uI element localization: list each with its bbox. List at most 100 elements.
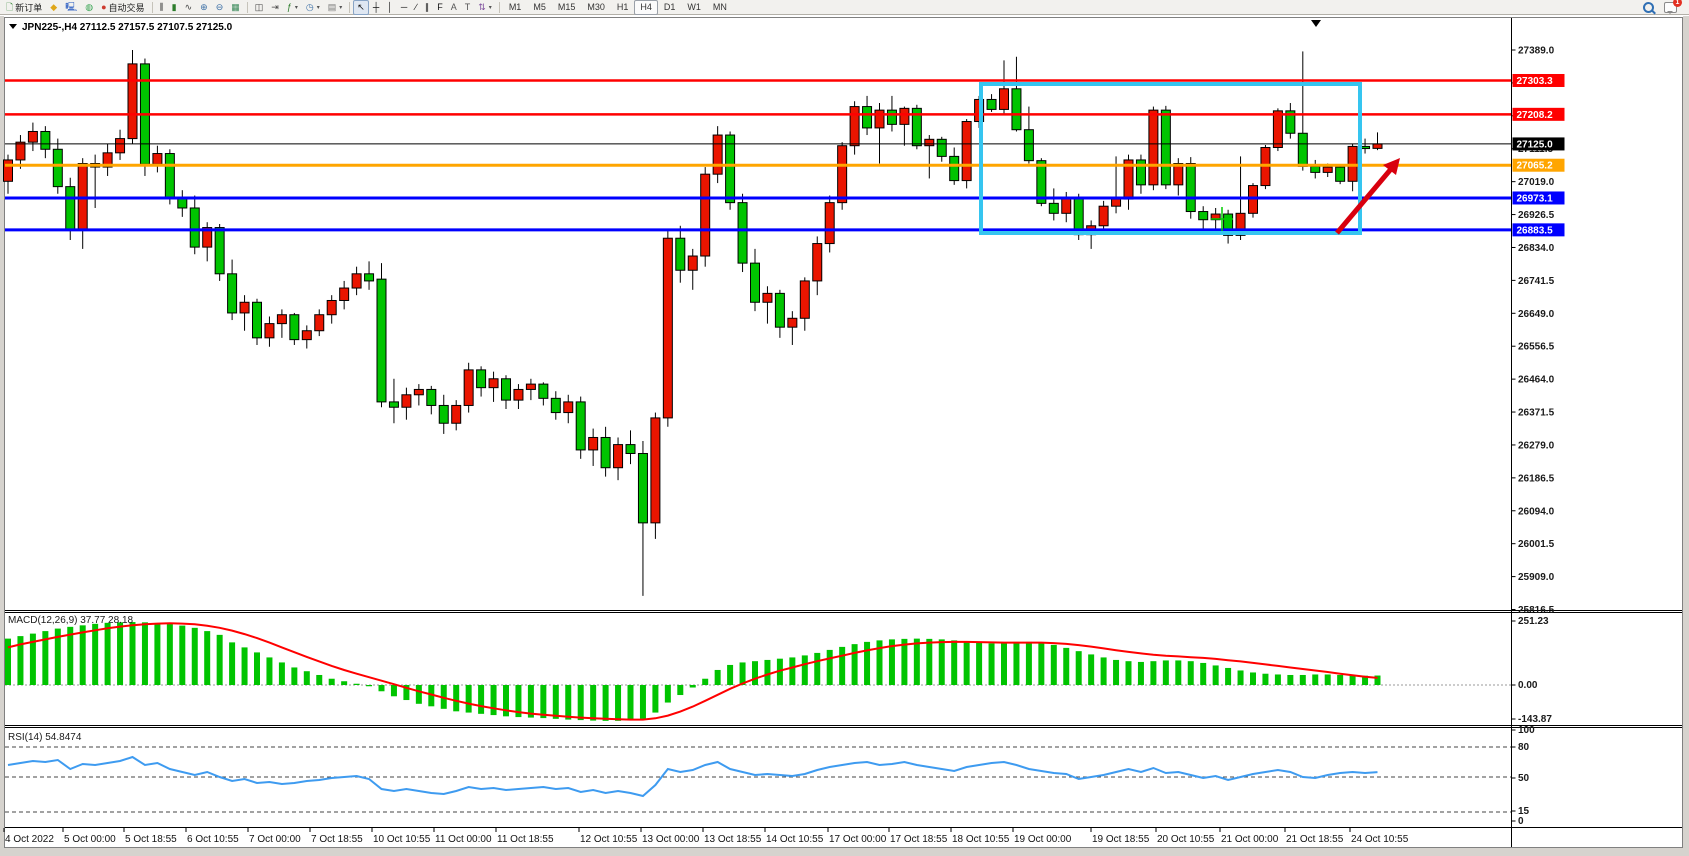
rsi-axis-label: 100 [1518,725,1535,736]
candlestick-chart-button[interactable]: ▮ [168,0,181,15]
search-icon[interactable] [1643,2,1654,13]
macd-axis-label: -143.87 [1518,714,1552,725]
rsi-axis-label: 0 [1518,816,1524,827]
candle-up [850,107,859,146]
macd-bar [964,642,970,685]
candle-up [688,256,697,270]
candle-down [228,274,237,313]
candle-up [813,244,822,281]
macd-bar [391,685,397,696]
fibonacci-button[interactable]: F [433,0,447,15]
arrows-button[interactable]: ⇅▾ [474,0,496,15]
macd-bar [304,671,310,685]
macd-bar [727,665,733,685]
text-label-icon: T [465,1,471,14]
tile-windows-button[interactable]: ▦ [227,0,244,15]
macd-bar [379,685,385,691]
candle-down [477,370,486,388]
macd-bar [1250,672,1256,685]
macd-bar [478,685,484,714]
macd-bar [503,685,509,716]
timeframe-m1[interactable]: M1 [503,0,528,15]
equidistant-channel-button[interactable]: ∥ [421,0,434,15]
chart-window[interactable]: 27389.027296.527204.027111.527019.026926… [0,0,1689,856]
timeframe-h1[interactable]: H1 [611,0,635,15]
candle-down [1012,89,1021,130]
line-chart-button[interactable]: ∿ [181,0,197,15]
macd-bar [553,685,559,719]
date-tick-label: 18 Oct 10:55 [952,834,1010,845]
crosshair-icon: ┼ [373,1,379,14]
candle-up [1149,110,1158,185]
terminal-button[interactable]: 🖳 [61,0,81,15]
candle-down [41,131,50,149]
zoom-out-button[interactable]: ⊖ [212,0,228,15]
indicators-button[interactable]: ƒ▾ [283,0,302,15]
candle-up [240,302,249,313]
auto-arrange-button[interactable]: ◫ [251,0,268,15]
chart-title: JPN225-,H4 27112.5 27157.5 27107.5 27125… [9,22,233,33]
periods-button[interactable]: ◷▾ [302,0,324,15]
macd-bar [105,623,111,685]
trendline-button[interactable]: ∕ [411,0,421,15]
macd-bar [951,640,957,685]
auto-arrange-icon: ◫ [255,1,264,14]
macd-bar [1300,675,1306,685]
price-tick-label: 25816.5 [1518,605,1555,616]
indicators-icon: ƒ [287,1,292,14]
autotrading-button[interactable]: ●自动交易 [97,0,148,15]
timeframe-m15[interactable]: M15 [552,0,582,15]
chart-shift-button[interactable]: ⇥ [267,0,283,15]
macd-bar [1076,651,1082,685]
date-tick-label: 21 Oct 00:00 [1221,834,1279,845]
candle-up [116,139,125,153]
crosshair-button[interactable]: ┼ [369,0,383,15]
candle-down [738,203,747,263]
timeframe-m5[interactable]: M5 [527,0,552,15]
zoom-out-icon: ⊖ [216,1,224,14]
templates-button[interactable]: ▤▾ [324,0,347,15]
signals-button[interactable]: ◍ [81,0,97,15]
candle-down [1336,167,1345,181]
macd-bar [1350,675,1356,685]
price-tick-label: 26464.0 [1518,375,1555,386]
bar-chart-button[interactable]: ⫼ [156,0,168,15]
macd-bar [1175,660,1181,685]
horizontal-line-button[interactable]: ─ [397,0,411,15]
timeframe-d1[interactable]: D1 [658,0,682,15]
candle-up [962,122,971,181]
timeframe-h4[interactable]: H4 [634,0,658,15]
macd-bar [1150,661,1156,685]
macd-bar [802,655,808,685]
text-button[interactable]: A [447,0,461,15]
macd-bar [1325,674,1331,685]
price-tick-label: 26834.0 [1518,243,1555,254]
price-badge-resistance-1-label: 27303.3 [1517,76,1554,87]
vertical-line-button[interactable]: │ [383,0,397,15]
toolbar-separator [349,2,350,13]
candle-down [253,302,262,338]
price-tick-label: 26279.0 [1518,440,1555,451]
price-tick-label: 26556.5 [1518,342,1555,353]
price-tick-label: 27019.0 [1518,177,1555,188]
styler-button[interactable]: ◆ [46,0,61,15]
zoom-in-button[interactable]: ⊕ [196,0,212,15]
macd-bar [266,657,272,685]
macd-bar [154,623,160,685]
timeframe-mn[interactable]: MN [707,0,733,15]
timeframe-w1[interactable]: W1 [681,0,707,15]
new-order-button[interactable]: 🗋新订单 [2,0,46,15]
macd-bar [1213,665,1219,685]
price-tick-label: 26371.5 [1518,408,1555,419]
macd-axis-label: 251.23 [1518,616,1549,627]
candle-down [1199,212,1208,220]
notifications-icon[interactable]: 1 [1664,2,1677,13]
macd-bar [628,685,634,720]
price-tick-label: 25909.0 [1518,572,1555,583]
timeframe-m30[interactable]: M30 [581,0,611,15]
cursor-button[interactable]: ↖ [353,0,369,15]
autotrading-button-label: 自动交易 [109,1,145,14]
candle-up [788,318,797,327]
text-label-button[interactable]: T [461,0,475,15]
macd-bar [1275,674,1281,685]
